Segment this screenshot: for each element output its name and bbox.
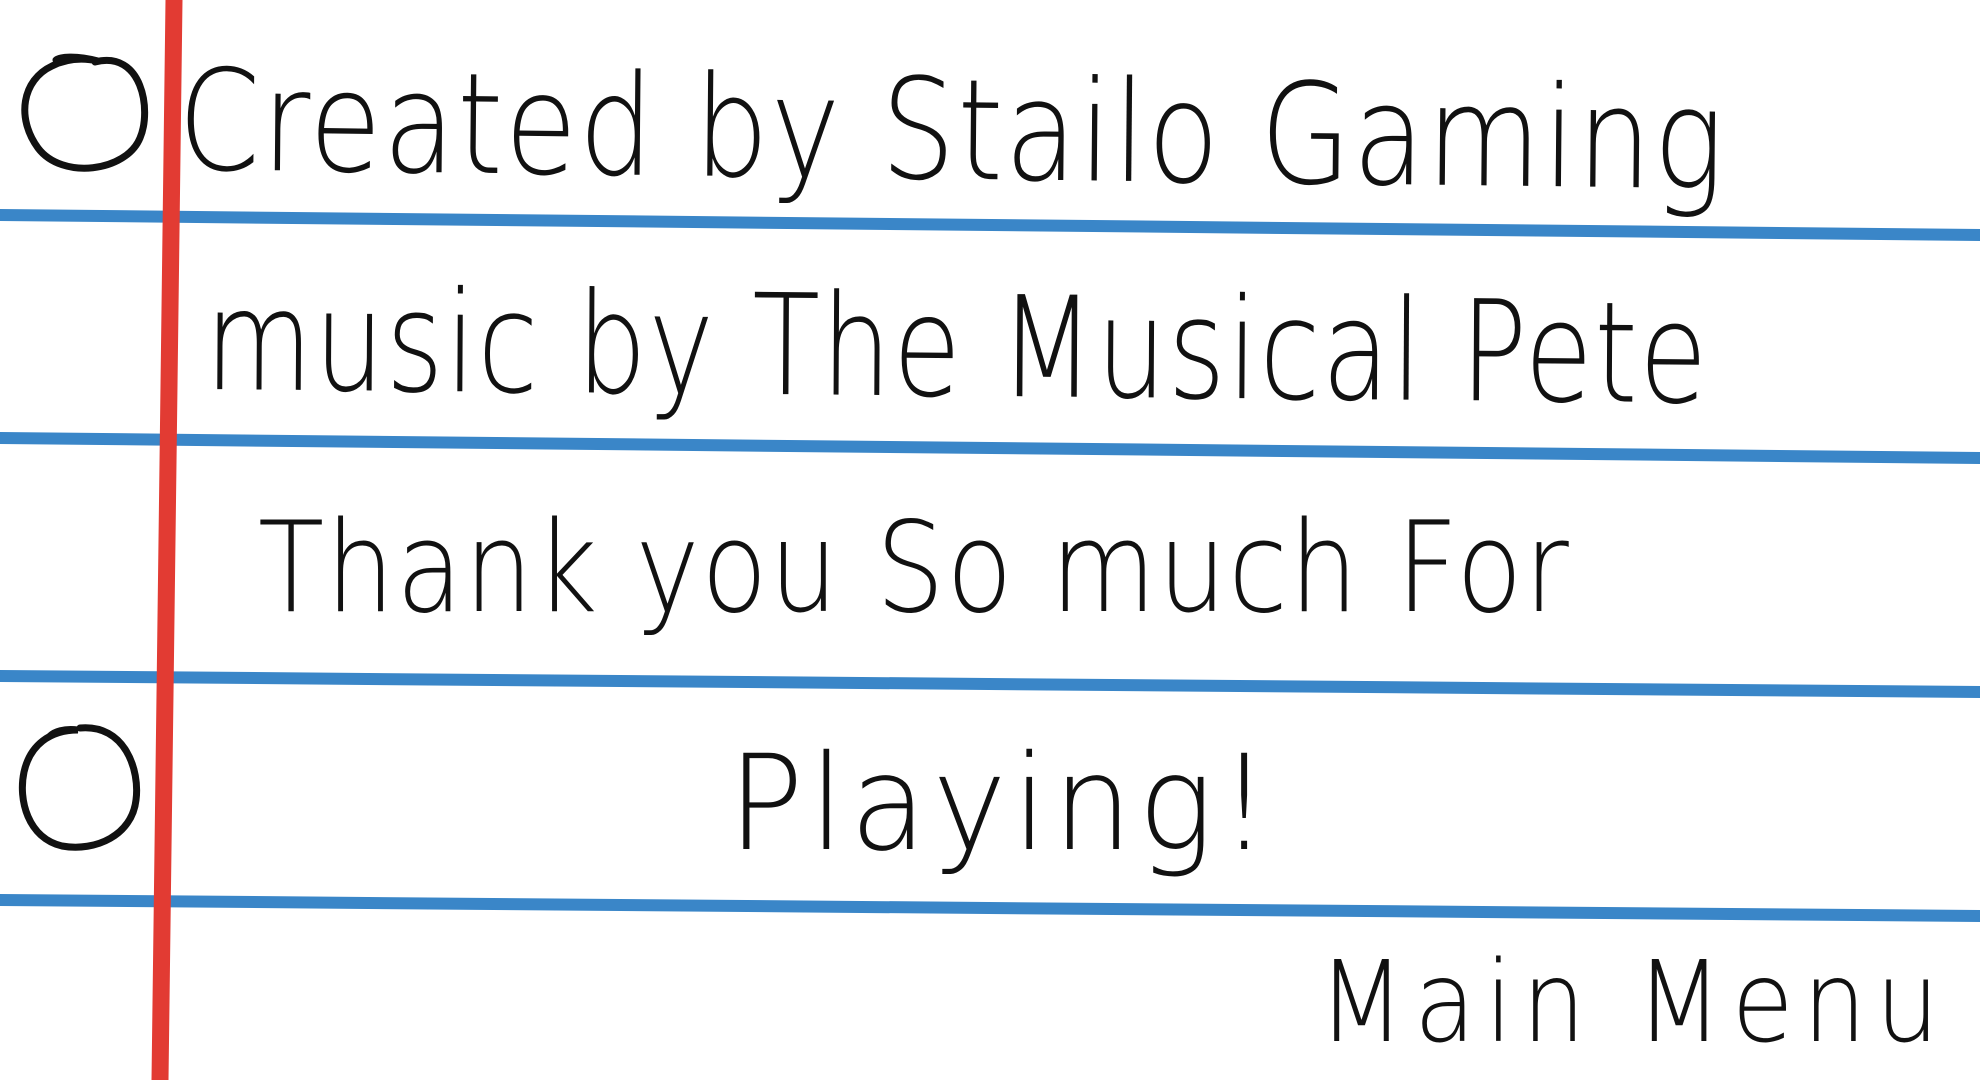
thank-you-message: Thank you So much For: [258, 494, 1571, 641]
main-menu-label: Main Menu: [1318, 937, 1949, 1068]
credit-music-by: music by The Musical Pete: [204, 260, 1710, 437]
main-menu-button[interactable]: Main Menu: [1318, 940, 1948, 1065]
credit-created-by: Created by Stailo Gaming: [177, 40, 1727, 223]
playing-message: Playing!: [728, 727, 1275, 881]
credits-screen: Created by Stailo Gaming music by The Mu…: [0, 0, 1980, 1080]
